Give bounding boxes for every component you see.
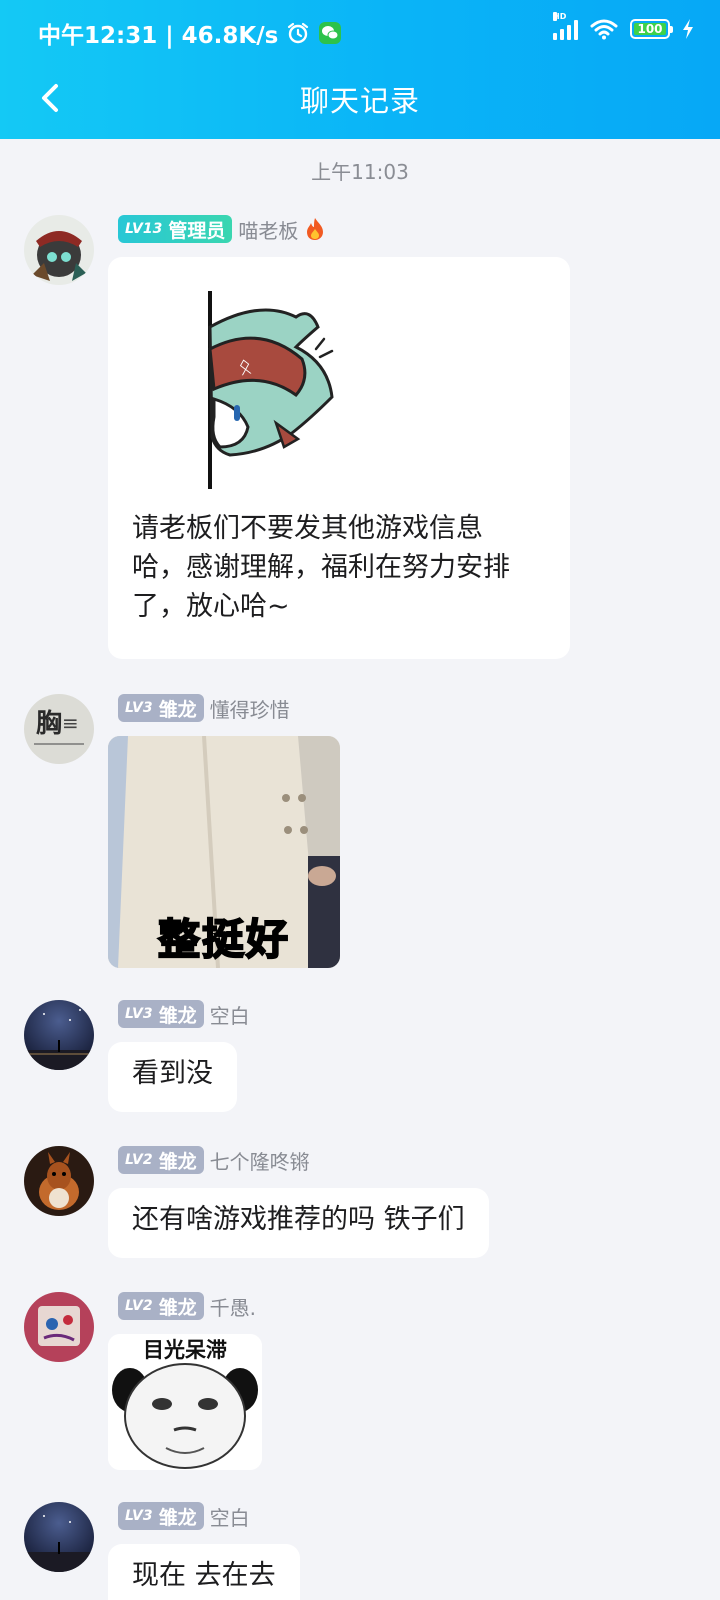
avatar[interactable] (24, 1146, 94, 1216)
role-label: 雏龙 (158, 1150, 197, 1173)
status-bar: 中午12:31 | 46.8K/s HD 100 (0, 0, 720, 62)
svg-text:≡: ≡ (62, 711, 79, 735)
charging-bolt-icon (683, 19, 693, 39)
level-badge: LV3 雏龙 (118, 1000, 204, 1028)
nickname: 七个隆咚锵 (209, 1149, 310, 1174)
level-badge: LV13 管理员 (118, 215, 233, 243)
message-bubble[interactable]: 还有啥游戏推荐的吗 铁子们 (108, 1188, 489, 1258)
message-text: 现在 去在去 (132, 1560, 276, 1591)
role-label: 雏龙 (158, 1004, 197, 1027)
message-text: 请老板们不要发其他游戏信息 哈，感谢理解，福利在努力安排 了，放心哈~ (132, 513, 510, 622)
message-bubble[interactable]: 看到没 (108, 1042, 237, 1112)
network-type: HD (553, 12, 567, 21)
level-badge: LV2 雏龙 (118, 1292, 204, 1320)
image-message[interactable]: 整挺好 (108, 736, 340, 968)
wechat-icon (319, 22, 342, 44)
wifi-icon (590, 19, 618, 40)
app-header: 中午12:31 | 46.8K/s HD 100 聊天记录 (0, 0, 720, 139)
nickname: 空白 (209, 1505, 250, 1530)
image-caption: 目光呆滞 (143, 1338, 227, 1362)
time-separator: 上午11:03 (311, 160, 409, 184)
level-badge: LV3 雏龙 (118, 1502, 204, 1530)
level-badge: LV2 雏龙 (118, 1146, 204, 1174)
svg-text:胸: 胸 (36, 709, 62, 739)
page-title: 聊天记录 (299, 84, 420, 118)
battery-icon: 100 (630, 19, 673, 39)
cell-signal-icon: HD (553, 12, 578, 40)
nickname: 喵老板 (238, 218, 299, 243)
battery-level: 100 (637, 22, 663, 36)
status-time-speed: 中午12:31 | 46.8K/s (38, 23, 279, 49)
avatar[interactable] (24, 215, 94, 285)
avatar[interactable] (24, 1502, 94, 1572)
role-label: 雏龙 (158, 1506, 197, 1529)
message-bubble[interactable]: ᛟ 请老板们不要发其他游戏信息 哈，感谢理解，福利在努力安排 了，放心哈~ (108, 257, 570, 659)
avatar[interactable] (24, 1292, 94, 1362)
nickname: 千愚. (209, 1295, 256, 1320)
level-badge: LV3 雏龙 (118, 694, 204, 722)
title-bar: 聊天记录 (0, 62, 720, 139)
nickname: 空白 (209, 1003, 250, 1028)
avatar[interactable]: 胸 ≡ (24, 694, 94, 764)
message-text: 看到没 (132, 1058, 213, 1089)
message-bubble[interactable]: 现在 去在去 (108, 1544, 300, 1600)
fire-icon (307, 218, 324, 240)
role-label: 雏龙 (158, 698, 197, 721)
message-text: 还有啥游戏推荐的吗 铁子们 (132, 1204, 465, 1235)
alarm-clock-icon (288, 22, 309, 44)
role-label: 雏龙 (158, 1296, 197, 1319)
image-caption: 整挺好 (157, 914, 290, 965)
image-message[interactable]: 目光呆滞 (108, 1334, 262, 1470)
peeking-cat-pirate-sticker[interactable]: ᛟ (200, 287, 350, 493)
role-label: 管理员 (168, 219, 226, 242)
nickname: 懂得珍惜 (209, 697, 290, 722)
avatar[interactable] (24, 1000, 94, 1070)
